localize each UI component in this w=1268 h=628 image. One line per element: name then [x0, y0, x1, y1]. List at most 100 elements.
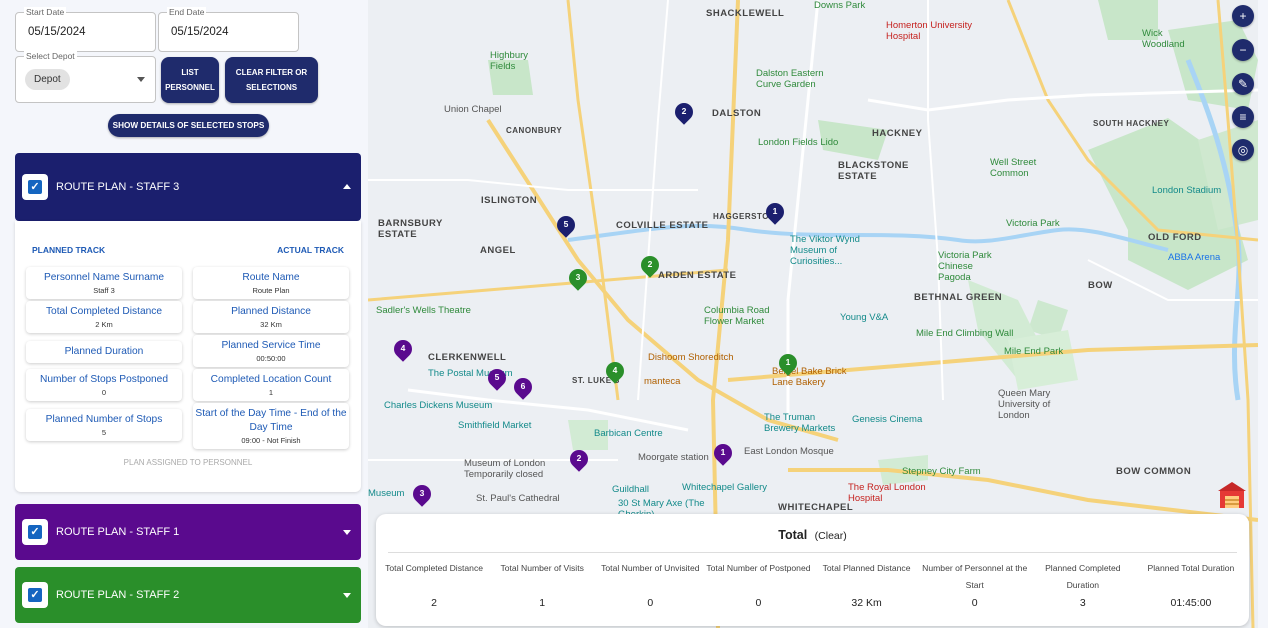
stat-label: Total Number of Visits	[500, 563, 584, 573]
pin-number: 1	[785, 357, 791, 367]
end-date-value[interactable]: 05/15/2024	[171, 26, 229, 38]
chevron-down-icon[interactable]	[343, 530, 351, 535]
card-value: 32 Km	[260, 320, 282, 329]
depot-icon[interactable]	[1217, 480, 1247, 510]
route-header-staff-1[interactable]: ✓ ROUTE PLAN - STAFF 1	[15, 504, 361, 560]
map-label: Downs Park	[814, 0, 866, 11]
start-date-value[interactable]: 05/15/2024	[28, 26, 86, 38]
map-label: COLVILLE ESTATE	[616, 220, 709, 231]
map-label: Museum of London Temporarily closed	[464, 458, 546, 480]
actual-track-link[interactable]: ACTUAL TRACK	[277, 245, 344, 255]
start-date-field[interactable]: Start Date 05/15/2024	[15, 7, 156, 52]
map-label: Homerton University Hospital	[886, 20, 973, 42]
card-label: Route Name	[242, 272, 300, 283]
card-value: Route Plan	[252, 286, 290, 295]
list-personnel-button[interactable]: LIST PERSONNEL	[161, 57, 219, 103]
divider	[388, 552, 1237, 553]
map-label: ABBA Arena	[1168, 252, 1221, 263]
chevron-down-icon[interactable]	[137, 77, 145, 82]
stat-personnel-at-start: Number of Personnel at the Start 0	[921, 560, 1029, 609]
stat-total-completed-distance: Total Completed Distance 2	[380, 560, 488, 609]
clear-filter-button[interactable]: CLEAR FILTER OR SELECTIONS	[225, 57, 318, 103]
map-label: East London Mosque	[744, 446, 834, 457]
stat-label: Planned Completed Duration	[1045, 563, 1121, 590]
route-header-staff-3[interactable]: ✓ ROUTE PLAN - STAFF 3	[15, 153, 361, 221]
stat-planned-completed-duration: Planned Completed Duration 3	[1029, 560, 1137, 609]
map-pin[interactable]: 2	[637, 252, 663, 278]
card-value: 09:00 - Not Finish	[241, 436, 301, 445]
map-label: Whitechapel Gallery	[682, 482, 768, 493]
map-pin[interactable]: 1	[775, 350, 801, 376]
map-label: Highbury Fields	[490, 50, 529, 72]
pin-number: 2	[576, 453, 582, 463]
map-label: St. Paul's Cathedral	[476, 493, 560, 504]
map-label: Barbican Centre	[594, 428, 663, 439]
map-pin[interactable]: 6	[510, 374, 536, 400]
pin-number: 1	[720, 447, 726, 457]
chevron-up-icon[interactable]	[343, 184, 351, 189]
start-date-label: Start Date	[24, 7, 67, 17]
map-label: The Viktor Wynd Museum of Curiosities...	[790, 234, 860, 267]
zoom-out-icon[interactable]: −	[1232, 39, 1254, 61]
card-value: 0	[101, 388, 107, 397]
route-header-staff-2[interactable]: ✓ ROUTE PLAN - STAFF 2	[15, 567, 361, 623]
map-label: The Royal London Hospital	[848, 482, 926, 504]
card-stops-postponed: Number of Stops Postponed 0	[26, 369, 182, 401]
card-route-name: Route Name Route Plan	[193, 267, 349, 299]
card-total-completed-distance: Total Completed Distance 2 Km	[26, 301, 182, 333]
depot-select[interactable]: Select Depot Depot	[15, 51, 156, 103]
route-checkbox[interactable]: ✓	[22, 519, 48, 545]
chevron-down-icon[interactable]	[343, 593, 351, 598]
total-title: Total (Clear)	[376, 528, 1249, 542]
map-pin[interactable]: 1	[762, 199, 788, 225]
total-summary-panel: Total (Clear) Total Completed Distance 2 …	[376, 514, 1249, 626]
card-label: Planned Number of Stops	[45, 414, 163, 425]
checkmark-icon: ✓	[28, 588, 42, 602]
map-pin[interactable]: 4	[602, 358, 628, 384]
show-details-button[interactable]: SHOW DETAILS OF SELECTED STOPS	[108, 114, 269, 137]
card-label: Planned Distance	[231, 306, 311, 317]
map-label: Smithfield Market	[458, 420, 532, 431]
card-planned-distance: Planned Distance 32 Km	[193, 301, 349, 333]
card-label: Personnel Name Surname	[43, 272, 165, 283]
edit-icon[interactable]: ✎	[1232, 73, 1254, 95]
map-label: Mile End Park	[1004, 346, 1064, 357]
locate-icon[interactable]: ◎	[1232, 139, 1254, 161]
map-pin[interactable]: 3	[565, 265, 591, 291]
route-checkbox[interactable]: ✓	[22, 582, 48, 608]
end-date-field[interactable]: End Date 05/15/2024	[158, 7, 299, 52]
map-pin[interactable]: 3	[409, 481, 435, 507]
map-label: BOW COMMON	[1116, 466, 1192, 477]
card-label: Start of the Day Time - End of the Day T…	[195, 408, 347, 433]
map-pin[interactable]: 2	[566, 446, 592, 472]
layers-icon[interactable]: ≡	[1232, 106, 1254, 128]
map-label: Moorgate station	[638, 452, 709, 463]
card-day-time: Start of the Day Time - End of the Day T…	[193, 403, 349, 449]
card-personnel-name: Personnel Name Surname Staff 3	[26, 267, 182, 299]
depot-label: Select Depot	[24, 51, 77, 61]
map-label: Union Chapel	[444, 104, 502, 115]
zoom-in-icon[interactable]: +	[1232, 5, 1254, 27]
route-checkbox[interactable]: ✓	[22, 174, 48, 200]
stat-value: 01:45:00	[1170, 597, 1212, 609]
checkmark-icon: ✓	[28, 525, 42, 539]
end-date-label: End Date	[167, 7, 207, 17]
map-pin[interactable]: 5	[553, 212, 579, 238]
map-label: Dishoom Shoreditch	[648, 352, 734, 363]
stat-label: Number of Personnel at the Start	[922, 563, 1028, 590]
map-label: Sadler's Wells Theatre	[376, 305, 471, 316]
stat-label: Total Planned Distance	[822, 563, 911, 573]
pin-number: 2	[681, 106, 687, 116]
depot-chip[interactable]: Depot	[25, 69, 70, 90]
planned-track-link[interactable]: PLANNED TRACK	[32, 245, 105, 255]
map-pin[interactable]: 4	[390, 336, 416, 362]
clear-totals-link[interactable]: (Clear)	[815, 530, 847, 542]
map-label: Columbia Road Flower Market	[704, 305, 770, 327]
map-pin[interactable]: 5	[484, 365, 510, 391]
map-label: Charles Dickens Museum	[384, 400, 493, 411]
pin-number: 6	[520, 381, 526, 391]
map-label: Wick Woodland	[1142, 28, 1185, 50]
map-pin[interactable]: 2	[671, 99, 697, 125]
map-label: Well Street Common	[990, 157, 1037, 179]
map-pin[interactable]: 1	[710, 440, 736, 466]
